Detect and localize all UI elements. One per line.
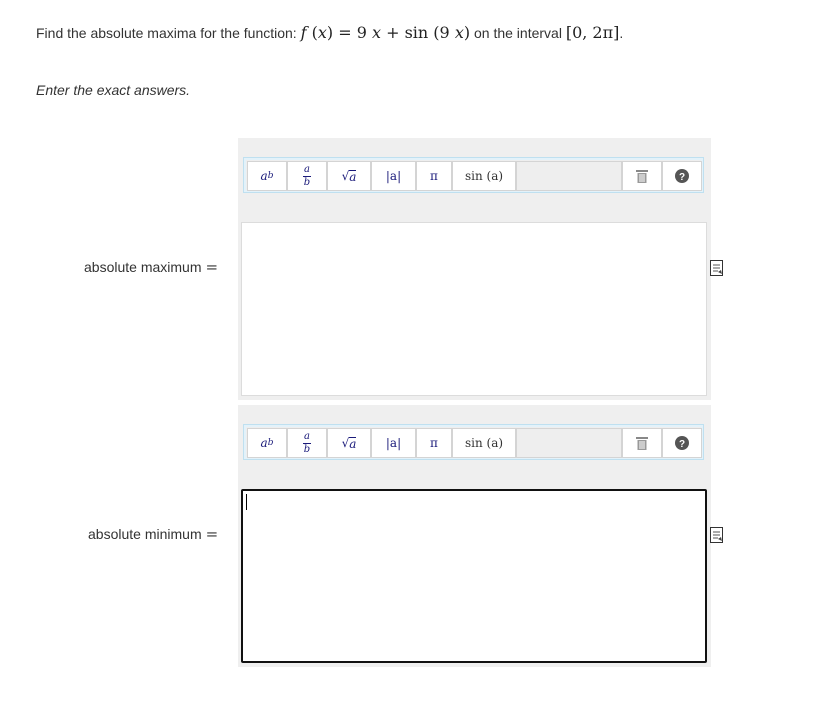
help-button[interactable]: ? (662, 161, 702, 191)
sin-button[interactable]: sin (a) (452, 161, 516, 191)
fraction-button[interactable]: ab (287, 428, 327, 458)
svg-text:?: ? (679, 439, 685, 450)
sqrt-button[interactable]: √ a (327, 428, 371, 458)
answer-block-maximum: ab ab √ a |a| π sin (a) ? (238, 138, 711, 400)
worksheet-icon[interactable] (710, 527, 724, 543)
question-prefix: Find the absolute maxima for the functio… (36, 25, 297, 41)
help-button[interactable]: ? (662, 428, 702, 458)
answer-label-maximum: absolute maximum = (84, 258, 219, 276)
math-toolbar: ab ab √ a |a| π sin (a) ? (243, 157, 704, 193)
pi-button[interactable]: π (416, 428, 452, 458)
trash-button[interactable] (622, 161, 662, 191)
trash-button[interactable] (622, 428, 662, 458)
absolute-value-button[interactable]: |a| (371, 428, 416, 458)
question-suffix: . (619, 25, 624, 41)
help-icon: ? (675, 169, 689, 183)
trash-icon (636, 437, 648, 450)
worksheet-icon[interactable] (710, 260, 724, 276)
sqrt-button[interactable]: √ a (327, 161, 371, 191)
help-icon: ? (675, 436, 689, 450)
question-middle: on the interval (473, 25, 562, 41)
power-button[interactable]: ab (247, 161, 287, 191)
spacer (516, 161, 622, 191)
instruction-text: Enter the exact answers. (36, 82, 191, 98)
answer-input-maximum[interactable] (241, 222, 707, 396)
answer-block-minimum: ab ab √ a |a| π sin (a) ? (238, 405, 711, 667)
pi-button[interactable]: π (416, 161, 452, 191)
question-text: Find the absolute maxima for the functio… (36, 22, 623, 44)
answer-input-minimum[interactable] (241, 489, 707, 663)
interval-expression: [0, 2π] (565, 23, 620, 42)
math-toolbar: ab ab √ a |a| π sin (a) ? (243, 424, 704, 460)
power-button[interactable]: ab (247, 428, 287, 458)
fraction-button[interactable]: ab (287, 161, 327, 191)
answer-label-minimum: absolute minimum = (88, 525, 219, 543)
trash-icon (636, 170, 648, 183)
svg-text:?: ? (679, 172, 685, 183)
sin-button[interactable]: sin (a) (452, 428, 516, 458)
spacer (516, 428, 622, 458)
text-caret (246, 494, 247, 510)
function-expression: f (x) = 9 x + sin (9 x) (300, 23, 471, 42)
absolute-value-button[interactable]: |a| (371, 161, 416, 191)
